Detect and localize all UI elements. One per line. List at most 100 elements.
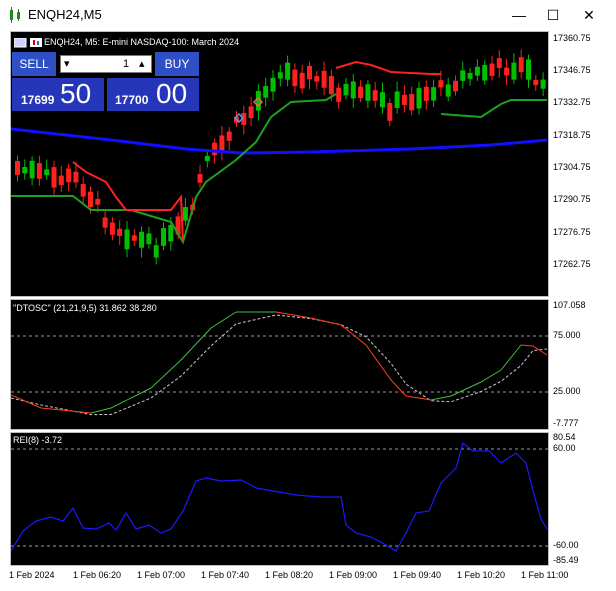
trailing-stop-up-line [440,99,547,119]
candle-body [277,72,283,79]
price-axis-label: 17276.75 [553,227,591,237]
dtosc-title: "DTOSC" (21,21,9,5) 31.862 38.280 [13,303,157,313]
time-axis-label: 1 Feb 07:40 [201,570,250,580]
dtosc-main-line-segment [150,359,182,389]
volume-stepper[interactable]: ▾ 1 ▴ [60,55,152,73]
dtosc-axis-label: 25.000 [553,386,581,396]
time-axis-label: 1 Feb 11:00 [521,570,569,580]
candle-body [15,160,20,175]
candle-body [416,88,422,109]
candle-body [321,70,327,88]
candle-body [226,131,232,141]
candle-body [540,79,546,89]
candle-body [394,91,400,109]
candle-body [474,66,480,76]
candle-body [270,77,276,92]
dtosc-chart[interactable] [11,300,548,429]
dtosc-main-line-segment [310,317,342,326]
window-title: ENQH24,M5 [28,7,102,22]
price-axis-label: 17346.75 [553,65,591,75]
close-button[interactable]: ✕ [576,5,602,25]
candle-body [343,83,349,96]
candle-body [401,94,407,105]
candle-body [467,72,473,79]
volume-increase-icon[interactable]: ▴ [139,57,145,70]
rei-line [11,441,548,552]
candle-body [496,58,502,69]
time-axis-label: 1 Feb 10:20 [457,570,506,580]
candle-body [88,191,93,208]
ask-price-prefix: 17700 [115,93,149,107]
candle-body [533,79,539,86]
candle-body [161,228,166,246]
candle-body [380,92,385,108]
candle-body [117,228,123,236]
dtosc-main-line-segment [40,407,92,414]
volume-value[interactable]: 1 [123,58,129,70]
candle-body [489,63,495,76]
candle-body [453,80,458,92]
time-axis-label: 1 Feb 08:20 [265,570,314,580]
dtosc-panel[interactable] [10,299,549,430]
candle-body [526,59,531,80]
candle-body [350,81,356,99]
chart-header-icons [14,38,42,48]
minimize-button[interactable]: — [506,5,532,25]
price-axis-label: 17304.75 [553,162,591,172]
candle-body [197,174,203,183]
price-axis-label: 17318.75 [553,130,591,140]
candle-body [248,106,254,119]
candle-body [102,217,108,228]
chart-app-icon [10,7,20,23]
price-axis-label: 17360.75 [553,33,591,43]
candle-body [292,69,298,87]
dtosc-main-line-segment [180,327,212,361]
sell-button[interactable]: SELL [12,52,56,76]
candle-body [131,235,137,241]
candle-body [482,64,488,81]
price-axis-label: 17332.75 [553,97,591,107]
time-axis-label: 1 Feb 2024 [9,570,55,580]
candle-body [219,135,225,153]
candle-body [66,168,72,183]
rei-axis-label: 80.54 [553,432,576,442]
dtosc-main-line-segment [390,379,407,397]
candle-body [314,76,320,82]
candle-body [409,94,415,111]
dtosc-main-line-segment [500,344,522,371]
dtosc-main-line-segment [11,394,42,409]
candle-body [146,233,152,245]
candle-body [285,62,291,80]
candle-body [168,225,174,242]
candle-body [44,169,50,176]
bid-price-suffix: 50 [60,78,92,109]
candle-body [36,163,42,179]
candle-body [212,142,218,156]
dtosc-axis-label: 75.000 [553,330,581,340]
volume-decrease-icon[interactable]: ▾ [64,57,70,70]
candle-body [124,229,130,250]
candle-body [438,80,444,88]
candle-body [358,86,364,98]
buy-price-box[interactable]: 17700 00 [107,78,199,111]
time-axis-label: 1 Feb 06:20 [73,570,122,580]
bid-price-prefix: 17699 [21,93,55,107]
candle-body [22,167,28,174]
candle-body [423,86,429,101]
price-axis-label: 17290.75 [553,194,591,204]
chart-symbol-title: ENQH24, M5: E-mini NASDAQ-100: March 202… [44,37,240,47]
candle-body [431,87,437,101]
dtosc-main-line-segment [210,311,237,329]
title-bar: ENQH24,M5 — ☐ ✕ [0,0,616,30]
moving-average-line [11,127,548,155]
maximize-button[interactable]: ☐ [540,5,566,25]
rei-chart[interactable] [11,433,548,565]
sell-price-box[interactable]: 17699 50 [12,78,104,111]
candle-body [95,198,101,205]
buy-button[interactable]: BUY [155,52,199,76]
candle-body [445,84,451,97]
candle-body [139,231,145,248]
dtosc-main-line-segment [405,395,432,401]
candle-body [328,75,334,95]
rei-panel[interactable] [10,432,549,566]
